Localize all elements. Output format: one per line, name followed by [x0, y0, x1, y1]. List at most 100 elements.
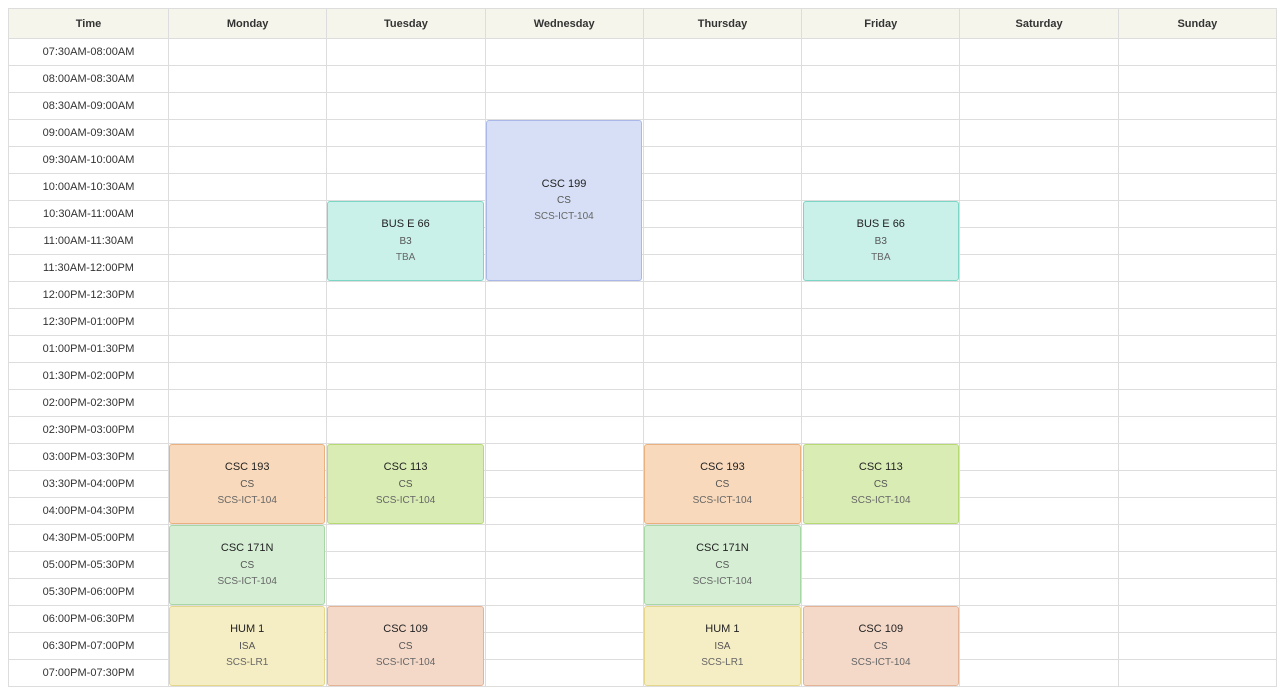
- schedule-cell: [960, 498, 1118, 525]
- course-block-csc171n-mon[interactable]: CSC 171NCSSCS-ICT-104: [169, 525, 325, 605]
- schedule-cell: [1118, 255, 1276, 282]
- course-block-csc193-mon[interactable]: CSC 193CSSCS-ICT-104: [169, 444, 325, 524]
- time-row: 10:30AM-11:00AM: [9, 201, 1277, 228]
- time-row: 09:00AM-09:30AM: [9, 120, 1277, 147]
- course-code: CSC 199: [542, 176, 587, 194]
- course-block-hum1-mon[interactable]: HUM 1ISASCS-LR1: [169, 606, 325, 686]
- course-block-buse66-fri[interactable]: BUS E 66B3TBA: [803, 201, 959, 281]
- schedule-cell: [643, 66, 801, 93]
- schedule-cell: [1118, 525, 1276, 552]
- schedule-cell: [1118, 120, 1276, 147]
- schedule-cell: [169, 336, 327, 363]
- course-block-buse66-tue[interactable]: BUS E 66B3TBA: [327, 201, 483, 281]
- schedule-cell: [327, 579, 485, 606]
- schedule-cell: [643, 201, 801, 228]
- schedule-cell: [643, 255, 801, 282]
- schedule-cell: [485, 444, 643, 471]
- schedule-cell: [960, 444, 1118, 471]
- schedule-cell: [960, 660, 1118, 687]
- course-block-csc109-fri[interactable]: CSC 109CSSCS-ICT-104: [803, 606, 959, 686]
- schedule-cell: [643, 120, 801, 147]
- schedule-cell: [960, 120, 1118, 147]
- time-cell: 12:30PM-01:00PM: [9, 309, 169, 336]
- schedule-cell: [485, 525, 643, 552]
- schedule-cell: [802, 390, 960, 417]
- schedule-cell: [802, 417, 960, 444]
- schedule-cell: [327, 282, 485, 309]
- schedule-cell: [960, 255, 1118, 282]
- schedule-cell: [169, 174, 327, 201]
- time-row: 07:30AM-08:00AM: [9, 39, 1277, 66]
- schedule-cell: [485, 471, 643, 498]
- schedule-cell: [485, 579, 643, 606]
- course-section: CS: [399, 639, 413, 655]
- schedule-cell: [169, 363, 327, 390]
- header-wednesday: Wednesday: [485, 9, 643, 39]
- schedule-cell: [960, 228, 1118, 255]
- time-row: 08:00AM-08:30AM: [9, 66, 1277, 93]
- schedule-cell: [327, 66, 485, 93]
- course-code: HUM 1: [230, 621, 264, 639]
- course-room: SCS-LR1: [226, 655, 268, 671]
- schedule-cell: [485, 633, 643, 660]
- schedule-cell: [485, 390, 643, 417]
- schedule-cell: [643, 417, 801, 444]
- course-code: HUM 1: [705, 621, 739, 639]
- schedule-cell: [1118, 66, 1276, 93]
- schedule-cell: [169, 201, 327, 228]
- course-code: CSC 171N: [221, 540, 274, 558]
- schedule-cell: [1118, 174, 1276, 201]
- time-cell: 07:00PM-07:30PM: [9, 660, 169, 687]
- course-block-hum1-thu[interactable]: HUM 1ISASCS-LR1: [644, 606, 800, 686]
- time-cell: 04:00PM-04:30PM: [9, 498, 169, 525]
- schedule-cell: [643, 282, 801, 309]
- course-code: CSC 109: [383, 621, 428, 639]
- course-code: CSC 171N: [696, 540, 749, 558]
- schedule-cell: [485, 498, 643, 525]
- schedule-cell: [802, 39, 960, 66]
- schedule-cell: [802, 120, 960, 147]
- header-monday: Monday: [169, 9, 327, 39]
- time-cell: 04:30PM-05:00PM: [9, 525, 169, 552]
- time-cell: 09:30AM-10:00AM: [9, 147, 169, 174]
- schedule-cell: [485, 66, 643, 93]
- schedule-cell: [1118, 228, 1276, 255]
- schedule-cell: [327, 120, 485, 147]
- time-cell: 12:00PM-12:30PM: [9, 282, 169, 309]
- course-section: ISA: [714, 639, 730, 655]
- schedule-cell: [485, 552, 643, 579]
- schedule-cell: [1118, 309, 1276, 336]
- schedule-cell: [960, 633, 1118, 660]
- schedule-cell: [802, 579, 960, 606]
- time-cell: 11:30AM-12:00PM: [9, 255, 169, 282]
- course-block-csc113-tue[interactable]: CSC 113CSSCS-ICT-104: [327, 444, 483, 524]
- course-room: SCS-ICT-104: [851, 493, 910, 509]
- schedule-cell: [802, 282, 960, 309]
- schedule-cell: [327, 552, 485, 579]
- schedule-cell: [1118, 444, 1276, 471]
- course-section: B3: [875, 234, 887, 250]
- course-room: TBA: [871, 250, 890, 266]
- schedule-cell: [960, 309, 1118, 336]
- time-cell: 02:00PM-02:30PM: [9, 390, 169, 417]
- header-friday: Friday: [802, 9, 960, 39]
- course-block-csc113-fri[interactable]: CSC 113CSSCS-ICT-104: [803, 444, 959, 524]
- schedule-cell: [960, 417, 1118, 444]
- course-code: CSC 193: [225, 459, 270, 477]
- course-block-csc109-tue[interactable]: CSC 109CSSCS-ICT-104: [327, 606, 483, 686]
- course-block-csc193-thu[interactable]: CSC 193CSSCS-ICT-104: [644, 444, 800, 524]
- course-section: CS: [399, 477, 413, 493]
- header-time: Time: [9, 9, 169, 39]
- schedule-cell: [169, 390, 327, 417]
- schedule-cell: [1118, 282, 1276, 309]
- schedule-cell: [802, 174, 960, 201]
- schedule-wrapper: Time Monday Tuesday Wednesday Thursday F…: [8, 8, 1277, 687]
- schedule-cell: [1118, 498, 1276, 525]
- course-room: TBA: [396, 250, 415, 266]
- course-room: SCS-ICT-104: [217, 574, 276, 590]
- header-sunday: Sunday: [1118, 9, 1276, 39]
- course-block-csc171n-thu[interactable]: CSC 171NCSSCS-ICT-104: [644, 525, 800, 605]
- schedule-cell: [1118, 147, 1276, 174]
- course-block-csc199-wed[interactable]: CSC 199CSSCS-ICT-104: [486, 120, 642, 281]
- schedule-cell: [643, 174, 801, 201]
